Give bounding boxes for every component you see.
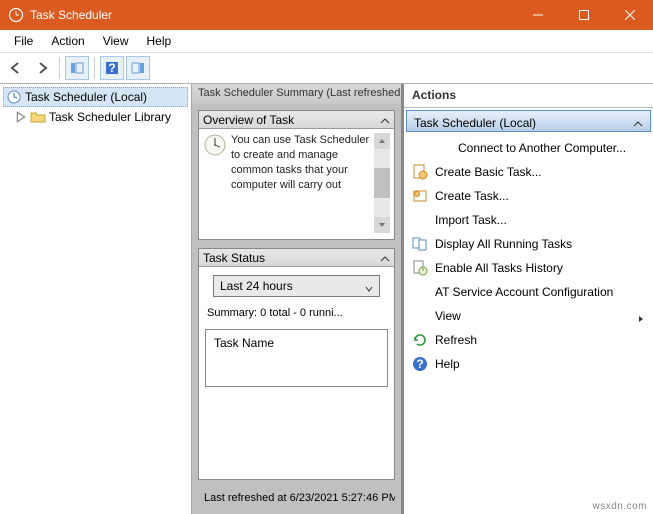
minimize-button[interactable]: [515, 0, 561, 30]
toolbar-separator: [94, 57, 95, 79]
console-tree: Task Scheduler (Local) Task Scheduler Li…: [0, 84, 192, 514]
watermark: wsxdn.com: [592, 501, 647, 512]
main-content: Task Scheduler (Local) Task Scheduler Li…: [0, 84, 653, 514]
task-name-label: Task Name: [214, 336, 274, 350]
action-at-service[interactable]: AT Service Account Configuration: [408, 280, 649, 304]
action-view[interactable]: View: [408, 304, 649, 328]
overview-title: Overview of Task: [203, 113, 294, 127]
action-create-basic[interactable]: Create Basic Task...: [408, 160, 649, 184]
chevron-down-icon: [365, 282, 373, 290]
action-help[interactable]: ? Help: [408, 352, 649, 376]
toolbar-separator: [59, 57, 60, 79]
action-label: Refresh: [435, 333, 477, 347]
help-toolbar-button[interactable]: ?: [100, 56, 124, 80]
action-label: Enable All Tasks History: [435, 261, 563, 275]
close-button[interactable]: [607, 0, 653, 30]
menu-help[interactable]: Help: [139, 32, 180, 50]
titlebar: Task Scheduler: [0, 0, 653, 30]
action-display-running[interactable]: Display All Running Tasks: [408, 232, 649, 256]
overview-text: You can use Task Scheduler to create and…: [231, 133, 370, 233]
menu-file[interactable]: File: [6, 32, 41, 50]
menu-action[interactable]: Action: [43, 32, 92, 50]
collapse-icon[interactable]: [633, 118, 643, 128]
menu-view[interactable]: View: [95, 32, 137, 50]
action-import[interactable]: Import Task...: [408, 208, 649, 232]
action-pane-button[interactable]: [126, 56, 150, 80]
overview-group: Overview of Task You can use Task Schedu…: [198, 110, 395, 240]
action-label: Import Task...: [435, 213, 507, 227]
action-create-task[interactable]: Create Task...: [408, 184, 649, 208]
running-tasks-icon: [412, 236, 428, 252]
toolbar: ?: [0, 52, 653, 84]
submenu-arrow-icon: [637, 312, 645, 320]
history-icon: [412, 260, 428, 276]
summary-panel: Task Scheduler Summary (Last refreshed O…: [192, 84, 402, 514]
window-title: Task Scheduler: [30, 8, 515, 22]
scroll-thumb[interactable]: [374, 168, 390, 198]
app-icon: [8, 7, 24, 23]
task-status-group: Task Status Last 24 hours Summary: 0 tot…: [198, 248, 395, 480]
computer-icon: [435, 140, 451, 156]
tree-library[interactable]: Task Scheduler Library: [3, 107, 188, 127]
create-task-icon: [412, 188, 428, 204]
last-refreshed-text: Last refreshed at 6/23/2021 5:27:46 PM: [198, 488, 395, 508]
overview-scrollbar[interactable]: [374, 133, 390, 233]
maximize-button[interactable]: [561, 0, 607, 30]
collapse-icon[interactable]: [380, 253, 390, 263]
scroll-up-icon[interactable]: [374, 133, 390, 149]
forward-button[interactable]: [30, 56, 54, 80]
action-label: Create Basic Task...: [435, 165, 542, 179]
svg-text:?: ?: [108, 61, 115, 75]
task-name-box[interactable]: Task Name: [205, 329, 388, 387]
action-enable-history[interactable]: Enable All Tasks History: [408, 256, 649, 280]
action-label: Create Task...: [435, 189, 509, 203]
actions-header: Actions: [404, 84, 653, 108]
show-hide-tree-button[interactable]: [65, 56, 89, 80]
svg-text:?: ?: [416, 357, 423, 371]
action-connect[interactable]: Connect to Another Computer...: [408, 136, 649, 160]
menubar: File Action View Help: [0, 30, 653, 52]
help-icon: ?: [412, 356, 428, 372]
summary-header: Task Scheduler Summary (Last refreshed: [192, 84, 401, 104]
task-status-title: Task Status: [203, 251, 265, 265]
tree-root-label: Task Scheduler (Local): [25, 90, 147, 104]
expander-icon[interactable]: [15, 111, 27, 123]
status-range-value: Last 24 hours: [220, 279, 293, 293]
back-button[interactable]: [4, 56, 28, 80]
status-range-dropdown[interactable]: Last 24 hours: [213, 275, 380, 297]
collapse-icon[interactable]: [380, 115, 390, 125]
tree-library-label: Task Scheduler Library: [49, 110, 171, 124]
action-label: AT Service Account Configuration: [435, 285, 613, 299]
clock-icon: [203, 133, 227, 157]
action-label: View: [435, 309, 461, 323]
action-label: Display All Running Tasks: [435, 237, 572, 251]
action-refresh[interactable]: Refresh: [408, 328, 649, 352]
scheduler-icon: [6, 89, 22, 105]
actions-scope[interactable]: Task Scheduler (Local): [406, 110, 651, 132]
folder-icon: [30, 109, 46, 125]
action-label: Connect to Another Computer...: [458, 141, 626, 155]
action-label: Help: [435, 357, 460, 371]
refresh-icon: [412, 332, 428, 348]
basic-task-icon: [412, 164, 428, 180]
actions-scope-label: Task Scheduler (Local): [414, 116, 536, 130]
tree-root[interactable]: Task Scheduler (Local): [3, 87, 188, 107]
scroll-down-icon[interactable]: [374, 217, 390, 233]
actions-panel: Actions Task Scheduler (Local) Connect t…: [402, 84, 653, 514]
status-summary: Summary: 0 total - 0 runni...: [205, 307, 388, 319]
